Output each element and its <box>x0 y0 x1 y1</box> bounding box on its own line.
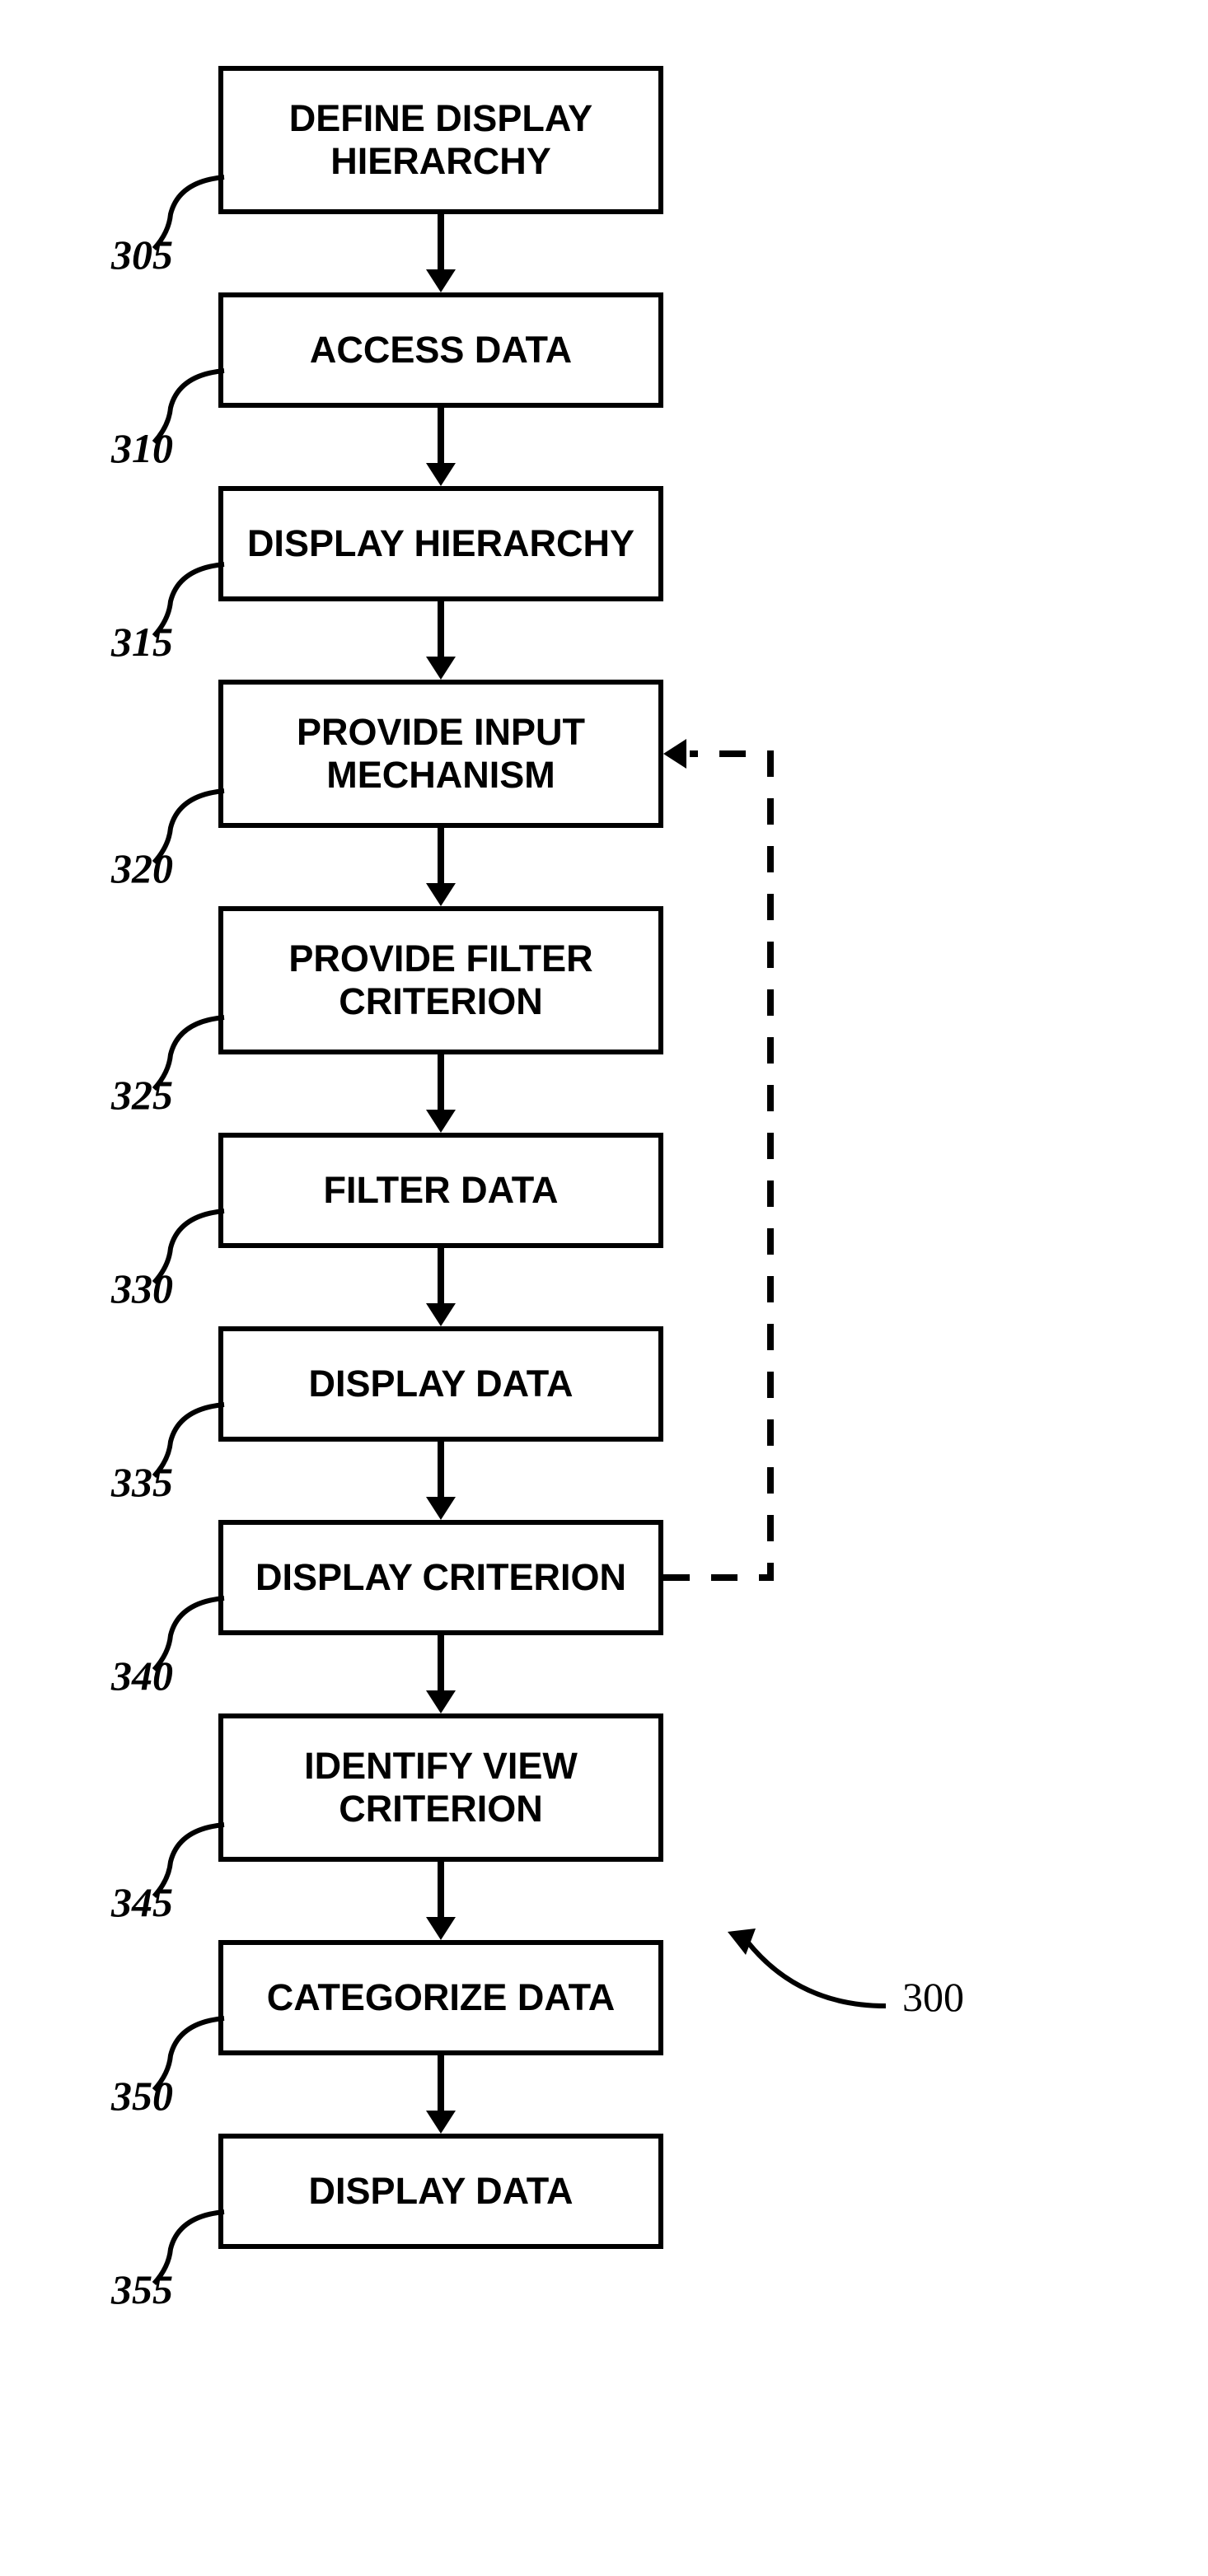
feedback-dashed-path <box>655 721 803 1615</box>
flow-step-330: FILTER DATA <box>218 1133 663 1248</box>
arrow-325-to-330 <box>416 1054 466 1137</box>
flow-step-310: ACCESS DATA <box>218 292 663 408</box>
arrow-345-to-350 <box>416 1862 466 1944</box>
flow-step-label: IDENTIFY VIEW CRITERION <box>304 1745 578 1830</box>
flowchart-canvas: DEFINE DISPLAY HIERARCHY 305 ACCESS DATA… <box>0 0 1208 2576</box>
flow-step-305: DEFINE DISPLAY HIERARCHY <box>218 66 663 214</box>
flow-step-label: ACCESS DATA <box>310 329 572 372</box>
arrow-335-to-340 <box>416 1442 466 1524</box>
arrow-305-to-310 <box>416 214 466 297</box>
flow-step-label: CATEGORIZE DATA <box>267 1976 615 2019</box>
ref-label-355: 355 <box>111 2265 173 2313</box>
flow-step-335: DISPLAY DATA <box>218 1326 663 1442</box>
ref-label-325: 325 <box>111 1071 173 1119</box>
arrow-350-to-355 <box>416 2055 466 2138</box>
flow-step-label: DISPLAY CRITERION <box>255 1556 626 1599</box>
figure-ref-pointer <box>721 1915 894 2018</box>
flow-step-label: DISPLAY DATA <box>309 2170 574 2213</box>
flow-step-325: PROVIDE FILTER CRITERION <box>218 906 663 1054</box>
arrow-310-to-315 <box>416 408 466 490</box>
figure-ref-label: 300 <box>902 1973 964 2021</box>
ref-label-305: 305 <box>111 231 173 278</box>
arrow-315-to-320 <box>416 601 466 684</box>
flow-step-320: PROVIDE INPUT MECHANISM <box>218 680 663 828</box>
arrow-330-to-335 <box>416 1248 466 1330</box>
arrow-320-to-325 <box>416 828 466 910</box>
flow-step-340: DISPLAY CRITERION <box>218 1520 663 1635</box>
ref-label-350: 350 <box>111 2072 173 2120</box>
ref-label-340: 340 <box>111 1652 173 1699</box>
flow-step-350: CATEGORIZE DATA <box>218 1940 663 2055</box>
flow-step-label: PROVIDE FILTER CRITERION <box>288 937 592 1023</box>
flow-step-315: DISPLAY HIERARCHY <box>218 486 663 601</box>
ref-label-345: 345 <box>111 1878 173 1926</box>
flow-step-345: IDENTIFY VIEW CRITERION <box>218 1713 663 1862</box>
flow-step-label: PROVIDE INPUT MECHANISM <box>297 711 585 797</box>
ref-label-330: 330 <box>111 1265 173 1312</box>
flow-step-355: DISPLAY DATA <box>218 2134 663 2249</box>
flow-step-label: DISPLAY DATA <box>309 1363 574 1405</box>
ref-label-310: 310 <box>111 424 173 472</box>
ref-label-320: 320 <box>111 844 173 892</box>
flow-step-label: DISPLAY HIERARCHY <box>247 522 634 565</box>
arrow-340-to-345 <box>416 1635 466 1718</box>
ref-label-335: 335 <box>111 1458 173 1506</box>
ref-label-315: 315 <box>111 618 173 666</box>
flow-step-label: DEFINE DISPLAY HIERARCHY <box>289 97 592 183</box>
flow-step-label: FILTER DATA <box>324 1169 559 1212</box>
